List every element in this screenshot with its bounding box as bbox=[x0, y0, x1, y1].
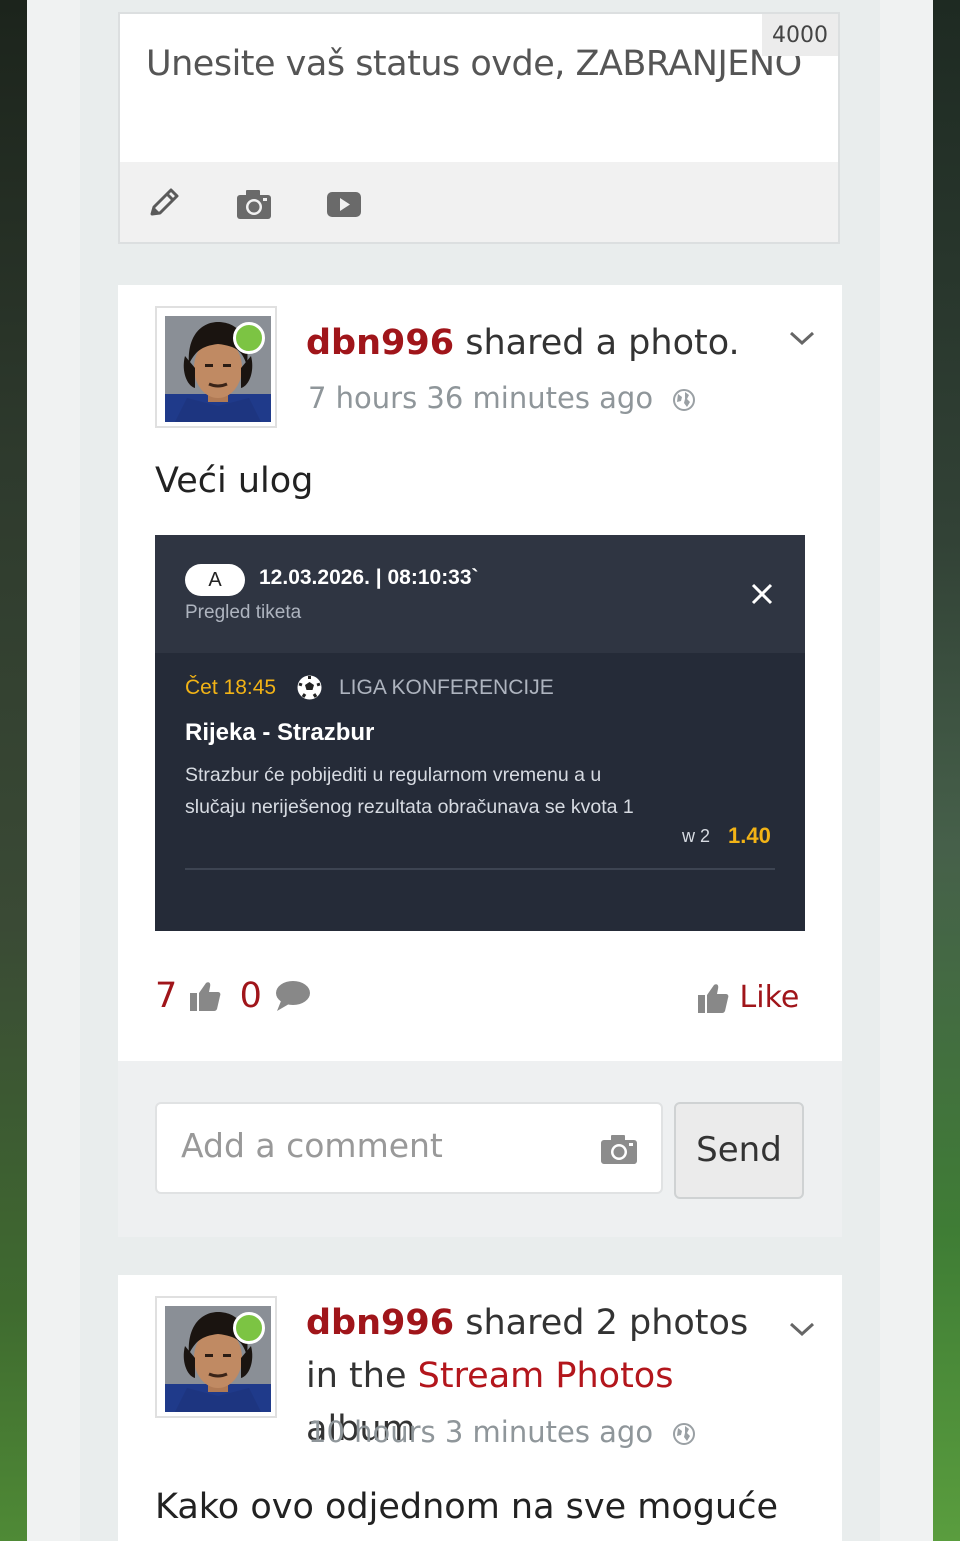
timestamp-text[interactable]: 10 hours 3 minutes ago bbox=[308, 1415, 653, 1449]
match-time: Čet 18:45 bbox=[185, 676, 277, 699]
post-text: Kako ovo odjednom na sve moguće bbox=[155, 1487, 778, 1527]
post-card: dbn996 shared a photo. 7 hours 36 minute… bbox=[118, 285, 842, 1061]
bet-pick: w 2 bbox=[682, 826, 711, 846]
like-count[interactable]: 7 bbox=[155, 976, 177, 1016]
camera-icon[interactable] bbox=[234, 184, 274, 224]
comment-section: Add a comment Send bbox=[118, 1061, 842, 1237]
match-title: Rijeka - Strazbur bbox=[185, 719, 375, 746]
bet-odd: 1.40 bbox=[728, 823, 771, 848]
comment-count[interactable]: 0 bbox=[240, 976, 262, 1016]
post-photo[interactable]: A 12.03.2026. | 08:10:33` Pregled tiketa… bbox=[155, 535, 805, 931]
bet-description: Strazbur će pobijediti u regularnom vrem… bbox=[185, 764, 634, 818]
chevron-down-icon[interactable] bbox=[788, 1320, 816, 1338]
thumbs-up-icon bbox=[698, 983, 729, 1013]
composer-toolbar bbox=[120, 162, 838, 242]
like-button[interactable]: Like bbox=[696, 979, 799, 1015]
comment-input[interactable]: Add a comment bbox=[155, 1102, 663, 1194]
globe-icon bbox=[673, 389, 696, 411]
ticket-badge: A bbox=[185, 564, 245, 596]
ticket-header bbox=[155, 535, 805, 653]
camera-icon[interactable] bbox=[599, 1132, 639, 1166]
ticket-subtitle: Pregled tiketa bbox=[185, 602, 302, 623]
ticket-datetime: 12.03.2026. | 08:10:33` bbox=[259, 566, 479, 589]
soccer-ball-icon bbox=[297, 675, 322, 700]
author-link[interactable]: dbn996 bbox=[306, 1303, 454, 1343]
post-action: shared a photo. bbox=[465, 323, 740, 363]
speech-bubble-icon bbox=[275, 981, 310, 1011]
timestamp-text[interactable]: 7 hours 36 minutes ago bbox=[308, 381, 653, 415]
avatar[interactable] bbox=[155, 1296, 277, 1418]
post-text: Veći ulog bbox=[155, 461, 314, 501]
league-name: LIGA KONFERENCIJE bbox=[339, 676, 554, 699]
pencil-icon[interactable] bbox=[144, 184, 184, 224]
post-timestamp: 7 hours 36 minutes ago bbox=[308, 381, 696, 415]
status-input[interactable]: Unesite vaš status ovde, ZABRANJENO bbox=[146, 44, 802, 84]
send-button[interactable]: Send bbox=[674, 1102, 804, 1199]
thumbs-up-icon bbox=[190, 982, 221, 1011]
post-stats: 7 0 bbox=[155, 975, 311, 1019]
comment-placeholder: Add a comment bbox=[181, 1126, 443, 1165]
status-composer[interactable]: Unesite vaš status ovde, ZABRANJENO 4000 bbox=[118, 12, 840, 244]
online-status-dot bbox=[233, 322, 265, 354]
globe-icon bbox=[673, 1423, 696, 1445]
online-status-dot bbox=[233, 1312, 265, 1344]
post-card: dbn996 shared 2 photos in the Stream Pho… bbox=[118, 1275, 842, 1541]
character-counter: 4000 bbox=[762, 14, 838, 56]
background-stadium-left bbox=[0, 0, 27, 1541]
post-timestamp: 10 hours 3 minutes ago bbox=[308, 1415, 696, 1449]
album-link[interactable]: Stream Photos bbox=[418, 1356, 674, 1396]
video-icon[interactable] bbox=[324, 184, 364, 224]
close-icon bbox=[751, 583, 773, 605]
like-label: Like bbox=[739, 980, 800, 1015]
avatar[interactable] bbox=[155, 306, 277, 428]
background-stadium-right bbox=[933, 0, 960, 1541]
post-headline: dbn996 shared a photo. bbox=[306, 317, 776, 370]
chevron-down-icon[interactable] bbox=[788, 329, 816, 347]
ticket-divider bbox=[185, 868, 775, 870]
author-link[interactable]: dbn996 bbox=[306, 323, 454, 363]
